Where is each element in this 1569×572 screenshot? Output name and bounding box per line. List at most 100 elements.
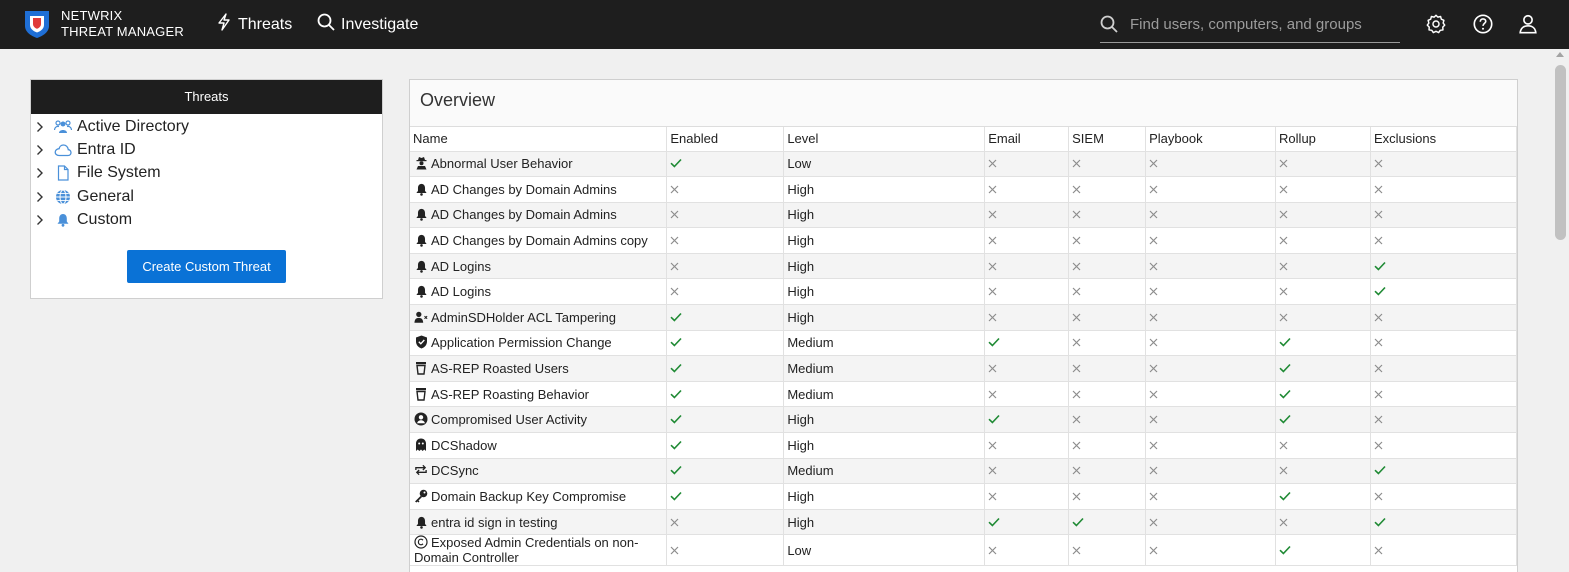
sync-icon: [414, 463, 428, 477]
help-icon[interactable]: [1472, 13, 1494, 35]
tree-item-general[interactable]: General: [31, 185, 382, 208]
threat-name[interactable]: AD Changes by Domain Admins: [431, 182, 617, 197]
cross-icon: [1149, 233, 1158, 248]
checkmark-icon: [670, 463, 682, 478]
threat-name[interactable]: AD Logins: [431, 284, 491, 299]
threat-name[interactable]: Compromised User Activity: [431, 412, 587, 427]
nav-investigate[interactable]: Investigate: [317, 13, 418, 36]
cell-playbook: [1145, 483, 1277, 510]
threat-name[interactable]: Exposed Admin Credentials on non-Domain …: [414, 535, 638, 565]
table-row[interactable]: AdminSDHolder ACL Tampering High: [410, 304, 1517, 331]
threat-category-tree: Active Directory Entra ID File System Ge…: [31, 114, 382, 231]
column-header-rollup[interactable]: Rollup: [1275, 127, 1371, 152]
table-row[interactable]: AD Changes by Domain Admins High: [410, 176, 1517, 203]
cell-name: AS-REP Roasted Users: [410, 355, 668, 382]
table-row[interactable]: DCSync Medium: [410, 458, 1517, 485]
cross-icon: [1374, 335, 1383, 350]
chevron-right-icon[interactable]: [36, 191, 48, 203]
table-row[interactable]: AD Logins High: [410, 278, 1517, 306]
cell-siem: [1068, 381, 1147, 408]
threat-name[interactable]: AS-REP Roasted Users: [431, 361, 569, 376]
create-custom-threat-button[interactable]: Create Custom Threat: [127, 250, 286, 283]
chevron-right-icon[interactable]: [36, 214, 48, 226]
table-row[interactable]: Domain Backup Key Compromise High: [410, 483, 1517, 510]
table-row[interactable]: AD Changes by Domain Admins High: [410, 202, 1517, 229]
cell-enabled: [666, 432, 785, 459]
threat-name[interactable]: AD Changes by Domain Admins: [431, 207, 617, 222]
table-row[interactable]: DCShadow High: [410, 432, 1517, 459]
threat-name[interactable]: DCSync: [431, 463, 479, 478]
cell-enabled: [666, 483, 785, 510]
tree-item-active-directory[interactable]: Active Directory: [31, 115, 382, 138]
tree-item-file-system[interactable]: File System: [31, 162, 382, 185]
cross-icon: [1279, 438, 1288, 453]
cross-icon: [1149, 335, 1158, 350]
cell-siem: [1068, 406, 1147, 434]
threat-name[interactable]: Abnormal User Behavior: [431, 156, 573, 171]
tree-item-entra-id[interactable]: Entra ID: [31, 138, 382, 161]
table-row[interactable]: AS-REP Roasting Behavior Medium: [410, 381, 1517, 408]
cell-enabled: [666, 355, 785, 382]
page-scrollbar[interactable]: [1552, 49, 1569, 572]
cross-icon: [1149, 361, 1158, 376]
cell-enabled: [666, 304, 785, 331]
search-input[interactable]: [1130, 13, 1395, 35]
threat-name[interactable]: AS-REP Roasting Behavior: [431, 387, 589, 402]
cell-name: Compromised User Activity: [410, 406, 668, 434]
cell-exclusions: [1370, 458, 1517, 485]
table-row[interactable]: entra id sign in testing High: [410, 509, 1517, 536]
threat-name[interactable]: AD Changes by Domain Admins copy: [431, 233, 648, 248]
cell-playbook: [1145, 202, 1277, 229]
threat-name[interactable]: Application Permission Change: [431, 335, 612, 350]
gear-icon[interactable]: [1425, 13, 1447, 35]
table-row[interactable]: AD Changes by Domain Admins copy High: [410, 227, 1517, 254]
chevron-right-icon[interactable]: [36, 167, 48, 179]
threat-name[interactable]: AdminSDHolder ACL Tampering: [431, 310, 616, 325]
nav-threats[interactable]: Threats: [216, 13, 292, 36]
table-row[interactable]: Abnormal User Behavior Low: [410, 151, 1517, 178]
shield-check-icon: [414, 335, 428, 349]
cell-rollup: [1275, 534, 1371, 567]
table-row[interactable]: Exposed Admin Credentials on non-Domain …: [410, 534, 1517, 567]
column-header-siem[interactable]: SIEM: [1068, 127, 1147, 152]
cell-playbook: [1145, 458, 1277, 485]
cell-exclusions: [1370, 176, 1517, 203]
cross-icon: [1072, 543, 1081, 558]
column-header-exclusions[interactable]: Exclusions: [1370, 127, 1517, 152]
threat-name[interactable]: DCShadow: [431, 438, 497, 453]
scrollbar-thumb[interactable]: [1555, 65, 1566, 240]
cell-enabled: [666, 278, 785, 306]
cell-level: High: [783, 227, 986, 254]
cell-email: [984, 381, 1070, 408]
column-header-playbook[interactable]: Playbook: [1145, 127, 1277, 152]
column-header-enabled[interactable]: Enabled: [666, 127, 785, 152]
table-row[interactable]: AS-REP Roasted Users Medium: [410, 355, 1517, 382]
tree-item-custom[interactable]: Custom: [31, 208, 382, 231]
cell-rollup: [1275, 406, 1371, 434]
tree-item-label: Custom: [77, 210, 133, 228]
column-header-email[interactable]: Email: [984, 127, 1070, 152]
cross-icon: [1072, 361, 1081, 376]
checkmark-icon: [670, 412, 682, 427]
column-header-level[interactable]: Level: [783, 127, 986, 152]
threat-name[interactable]: AD Logins: [431, 259, 491, 274]
cell-level: High: [783, 278, 986, 306]
threat-name[interactable]: Domain Backup Key Compromise: [431, 489, 626, 504]
cell-enabled: [666, 202, 785, 229]
cell-rollup: [1275, 483, 1371, 510]
user-icon[interactable]: [1517, 13, 1539, 35]
cross-icon: [1374, 207, 1383, 222]
threat-name[interactable]: entra id sign in testing: [431, 515, 557, 530]
table-row[interactable]: Compromised User Activity High: [410, 406, 1517, 434]
chevron-right-icon[interactable]: [36, 121, 48, 133]
table-header-row: Name Enabled Level Email SIEM Playbook R…: [410, 127, 1517, 152]
cell-playbook: [1145, 432, 1277, 459]
column-header-name[interactable]: Name: [410, 127, 668, 152]
cell-siem: [1068, 227, 1147, 254]
netwrix-logo-icon[interactable]: [22, 9, 52, 39]
cell-name: entra id sign in testing: [410, 509, 668, 536]
scroll-up-arrow-icon[interactable]: [1556, 52, 1564, 57]
table-row[interactable]: AD Logins High: [410, 253, 1517, 280]
chevron-right-icon[interactable]: [36, 144, 48, 156]
table-row[interactable]: Application Permission Change Medium: [410, 330, 1517, 357]
